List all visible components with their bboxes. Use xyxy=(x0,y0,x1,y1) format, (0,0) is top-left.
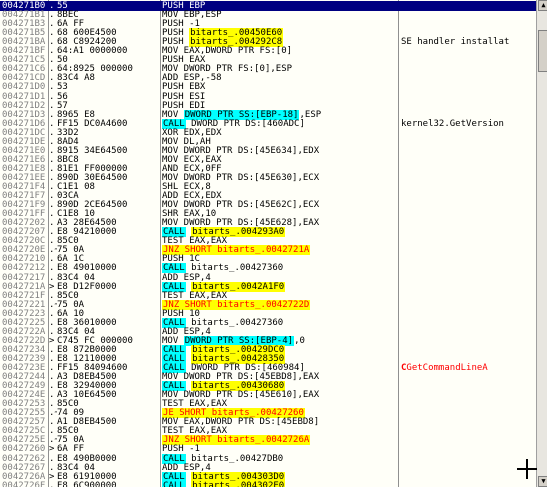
instruction-token: bitarts_.004302E0 xyxy=(191,480,286,487)
hex-dump-cell: E8 6C900000 xyxy=(57,480,117,487)
vertical-scrollbar[interactable]: ▲ ▼ xyxy=(536,0,547,487)
disassembly-cell: CALL bitarts_.004302E0 xyxy=(162,480,397,487)
scroll-thumb[interactable] xyxy=(538,30,547,72)
comment-cell xyxy=(401,481,535,487)
instruction-row[interactable]: 0042726F. E8 6C900000 CALL bitarts_.004302… xyxy=(0,480,536,487)
scroll-up-arrow-icon[interactable]: ▲ xyxy=(538,0,547,11)
scroll-down-arrow-icon[interactable]: ▼ xyxy=(538,476,547,487)
instruction-token: CALL xyxy=(162,480,186,487)
disassembly-pane[interactable]: 004271B0. 55 PUSH EBP 004271B1. 8BEC MOV EBP,… xyxy=(0,0,547,487)
jump-marker: . xyxy=(49,480,55,487)
crosshair-cursor-icon xyxy=(517,459,537,479)
